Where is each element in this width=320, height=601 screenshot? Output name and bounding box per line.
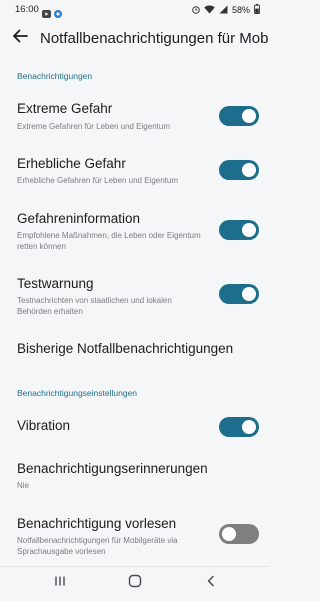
status-bar: 16:00 58% [0,0,270,22]
setting-alert-history[interactable]: Bisherige Notfallbenachrichtigungen [0,336,270,364]
setting-speak-alert[interactable]: Benachrichtigung vorlesen Notfallbenachr… [0,511,270,561]
setting-threat-information[interactable]: Gefahreninformation Empfohlene Maßnahmen… [0,206,270,256]
battery-icon [254,4,260,16]
setting-severe-threat[interactable]: Erhebliche Gefahr Erhebliche Gefahren fü… [0,151,270,193]
extreme-threat-toggle[interactable] [219,106,259,126]
arrow-left-icon [12,29,28,48]
home-icon [128,574,142,593]
recents-icon [54,574,66,592]
setting-subtitle: Nie [17,481,30,490]
setting-title: Benachrichtigung vorlesen [17,516,177,531]
status-time: 16:00 [15,4,39,15]
setting-subtitle: Erhebliche Gefahren für Leben und Eigent… [17,176,178,185]
setting-subtitle: Empfohlene Maßnahmen, die Leben oder Eig… [17,231,201,251]
chevron-left-icon [206,574,216,592]
nav-back-button[interactable] [200,573,222,593]
setting-title: Extreme Gefahr [17,101,113,116]
status-right-group: 58% [192,4,260,16]
back-button[interactable] [9,27,31,49]
vibration-toggle[interactable] [219,417,259,437]
severe-threat-toggle[interactable] [219,160,259,180]
threat-information-toggle[interactable] [219,220,259,240]
setting-extreme-threat[interactable]: Extreme Gefahr Extreme Gefahren für Lebe… [0,96,270,138]
setting-subtitle: Testnachrichten von staatlichen und loka… [17,296,172,316]
speak-alert-toggle[interactable] [219,524,259,544]
setting-title: Bisherige Notfallbenachrichtigungen [17,341,234,356]
wifi-icon [204,5,215,16]
toggle-knob [242,420,256,434]
setting-title: Gefahreninformation [17,211,141,226]
app-notification-icon [54,5,62,18]
app-bar: Notfallbenachrichtigungen für Mobilgerät… [0,22,270,56]
setting-title: Vibration [17,418,71,433]
youtube-icon [42,5,51,18]
toggle-knob [242,109,256,123]
system-navigation-bar [0,566,270,601]
toggle-knob [222,527,236,541]
page-title: Notfallbenachrichtigungen für Mobilgerät… [40,30,268,47]
setting-title: Benachrichtigungserinnerungen [17,461,208,476]
setting-title: Erhebliche Gefahr [17,156,126,171]
toggle-knob [242,287,256,301]
toggle-knob [242,163,256,177]
signal-icon [219,5,228,16]
setting-vibration[interactable]: Vibration [0,412,270,442]
battery-percentage: 58% [231,5,250,15]
alarm-icon [192,5,200,16]
section-header-alert-preferences: Benachrichtigungseinstellungen [17,388,138,398]
setting-title: Testwarnung [17,276,94,291]
setting-subtitle: Notfallbenachrichtigungen für Mobilgerät… [17,536,178,556]
test-alert-toggle[interactable] [219,284,259,304]
recents-button[interactable] [49,573,71,593]
setting-test-alert[interactable]: Testwarnung Testnachrichten von staatlic… [0,271,270,321]
setting-alert-reminder[interactable]: Benachrichtigungserinnerungen Nie [0,456,270,496]
setting-subtitle: Extreme Gefahren für Leben und Eigentum [17,122,170,131]
home-button[interactable] [124,573,146,593]
section-header-notifications: Benachrichtigungen [17,71,93,81]
toggle-knob [242,223,256,237]
